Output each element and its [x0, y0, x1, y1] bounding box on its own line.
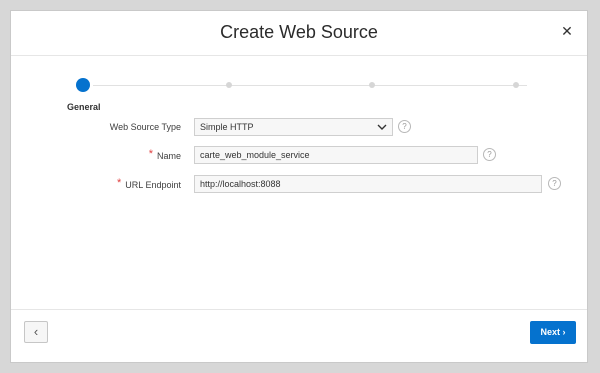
url-endpoint-input[interactable]: http://localhost:8088 [194, 175, 542, 193]
help-icon[interactable]: ? [483, 148, 496, 161]
wizard-step-general-label: General [67, 102, 101, 112]
dialog-header: Create Web Source ✕ [11, 11, 587, 56]
close-icon[interactable]: ✕ [559, 23, 575, 39]
url-endpoint-label: * URL Endpoint [117, 177, 181, 190]
web-source-type-label: Web Source Type [109, 122, 181, 132]
required-indicator: * [148, 148, 153, 160]
name-row: * Name carte_web_module_service ? [11, 146, 587, 166]
web-source-type-select[interactable]: Simple HTTP [194, 118, 393, 136]
help-icon[interactable]: ? [398, 120, 411, 133]
web-source-type-row: Web Source Type Simple HTTP ? [11, 118, 587, 138]
wizard-step-3-marker [369, 82, 375, 88]
name-label: * Name [148, 148, 181, 161]
wizard-progress: General [11, 55, 587, 115]
required-indicator: * [117, 177, 122, 189]
previous-button[interactable]: ‹ [24, 321, 48, 343]
url-endpoint-row: * URL Endpoint http://localhost:8088 ? [11, 175, 587, 195]
wizard-step-4-marker [513, 82, 519, 88]
name-input[interactable]: carte_web_module_service [194, 146, 478, 164]
wizard-step-general-marker [76, 78, 90, 92]
next-button[interactable]: Next › [530, 321, 576, 344]
create-web-source-dialog: Create Web Source ✕ General Web Source T… [10, 10, 588, 363]
help-icon[interactable]: ? [548, 177, 561, 190]
dialog-title: Create Web Source [220, 22, 378, 42]
chevron-down-icon [377, 124, 387, 130]
wizard-step-2-marker [226, 82, 232, 88]
dialog-footer: ‹ Next › [11, 309, 587, 362]
web-source-type-value: Simple HTTP [200, 122, 254, 132]
wizard-track [93, 85, 527, 86]
